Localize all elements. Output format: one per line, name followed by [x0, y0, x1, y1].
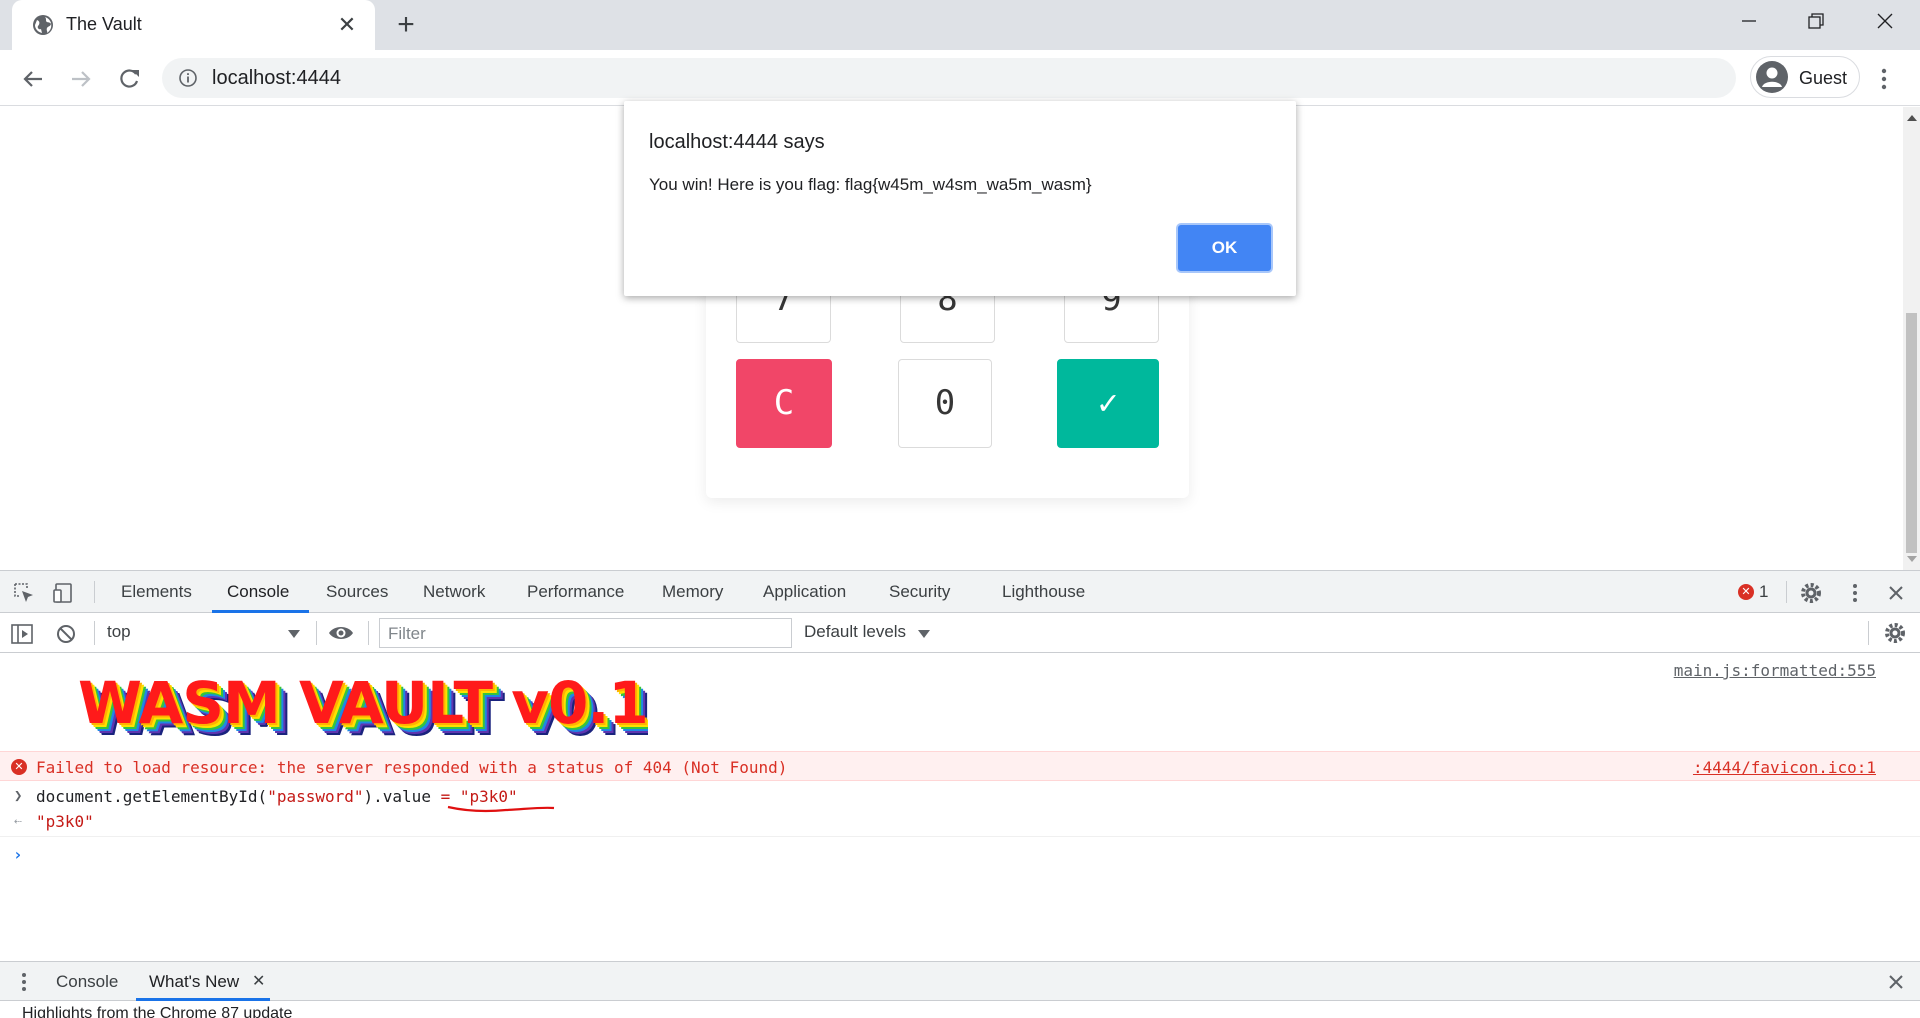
- inspect-element-icon[interactable]: [12, 581, 36, 605]
- separator: [368, 621, 369, 645]
- tab-memory[interactable]: Memory: [662, 582, 723, 602]
- globe-icon: [33, 15, 53, 35]
- separator: [316, 621, 317, 645]
- profile-button[interactable]: Guest: [1750, 56, 1860, 98]
- page-scrollbar[interactable]: [1903, 107, 1920, 570]
- scroll-up-icon[interactable]: [1907, 115, 1917, 121]
- chevron-down-icon[interactable]: [918, 630, 930, 638]
- clear-button[interactable]: C: [736, 359, 832, 448]
- command-result: "p3k0": [36, 812, 94, 831]
- url-text[interactable]: localhost:4444: [212, 67, 341, 90]
- whats-new-heading: Highlights from the Chrome 87 update: [22, 1005, 293, 1018]
- tab-security[interactable]: Security: [889, 582, 950, 602]
- tab-performance[interactable]: Performance: [527, 582, 624, 602]
- tab-strip: The Vault ✕ +: [0, 0, 1920, 50]
- result-arrow-icon: ⇠: [14, 814, 22, 829]
- scroll-down-icon[interactable]: [1907, 556, 1917, 562]
- reload-icon[interactable]: [114, 64, 144, 94]
- close-window-button[interactable]: [1854, 0, 1916, 44]
- restore-button[interactable]: [1785, 0, 1847, 44]
- filter-placeholder: Filter: [388, 624, 426, 643]
- tab-application[interactable]: Application: [763, 582, 846, 602]
- drawer-menu-icon[interactable]: [14, 970, 34, 994]
- console-settings-icon[interactable]: [1883, 621, 1907, 645]
- restore-icon: [1808, 13, 1824, 29]
- sidebar-toggle-icon[interactable]: [10, 622, 34, 646]
- tab-elements[interactable]: Elements: [121, 582, 192, 602]
- console-prompt[interactable]: ›: [13, 845, 23, 864]
- drawer-tab-console[interactable]: Console: [56, 972, 118, 992]
- profile-name: Guest: [1799, 68, 1848, 88]
- error-message: Failed to load resource: the server resp…: [36, 758, 788, 777]
- tab-sources[interactable]: Sources: [326, 582, 388, 602]
- device-toolbar-icon[interactable]: [52, 581, 76, 605]
- red-underline-annotation: [447, 805, 555, 813]
- alert-origin: localhost:4444 says: [649, 131, 825, 153]
- address-bar[interactable]: localhost:4444: [162, 58, 1736, 98]
- minimize-button[interactable]: [1718, 0, 1780, 44]
- tab-title: The Vault: [66, 14, 142, 34]
- new-tab-button[interactable]: +: [390, 10, 422, 42]
- tab-network[interactable]: Network: [423, 582, 485, 602]
- alert-ok-button[interactable]: OK: [1176, 223, 1273, 273]
- devtools-drawer: Console What's New ✕: [0, 961, 1920, 1001]
- devtools-panel: Elements Console Sources Network Perform…: [0, 570, 1920, 1018]
- error-icon[interactable]: ✕: [1738, 584, 1754, 600]
- submit-button[interactable]: ✓: [1057, 359, 1159, 448]
- console-filter-bar: top Filter Default levels: [0, 613, 1920, 653]
- scroll-thumb[interactable]: [1906, 313, 1917, 553]
- tab-lighthouse[interactable]: Lighthouse: [1002, 582, 1085, 602]
- wasm-vault-banner: WASM VAULT v0.1: [78, 669, 648, 737]
- clear-console-icon[interactable]: [54, 622, 78, 646]
- back-icon[interactable]: [18, 64, 48, 94]
- close-drawer-tab-icon[interactable]: ✕: [252, 971, 265, 991]
- devtools-tab-bar: Elements Console Sources Network Perform…: [0, 571, 1920, 613]
- close-icon: [1877, 13, 1893, 29]
- error-icon: ✕: [11, 759, 27, 775]
- separator: [94, 581, 95, 603]
- separator: [1786, 581, 1787, 603]
- key-0[interactable]: 0: [898, 359, 992, 448]
- browser-toolbar: localhost:4444 Guest: [0, 50, 1920, 106]
- separator: [94, 621, 95, 645]
- close-tab-icon[interactable]: ✕: [335, 13, 359, 37]
- console-command-entry: ❯ document.getElementById("password").va…: [0, 781, 1920, 837]
- settings-gear-icon[interactable]: [1799, 581, 1823, 605]
- drawer-tab-whats-new[interactable]: What's New: [149, 972, 239, 992]
- alert-message: You win! Here is you flag: flag{w45m_w4s…: [649, 175, 1092, 194]
- console-banner-row: WASM VAULT v0.1 main.js:formatted:555: [0, 653, 1920, 751]
- console-error-row: ✕ Failed to load resource: the server re…: [0, 751, 1920, 781]
- more-options-icon[interactable]: [1843, 581, 1867, 605]
- console-output: WASM VAULT v0.1 main.js:formatted:555 ✕ …: [0, 653, 1920, 961]
- context-selector[interactable]: top: [107, 622, 131, 642]
- log-levels-dropdown[interactable]: Default levels: [804, 622, 906, 642]
- avatar-icon: [1756, 61, 1788, 93]
- forward-icon[interactable]: [66, 64, 96, 94]
- tab-console[interactable]: Console: [227, 582, 289, 602]
- minimize-icon: [1742, 20, 1756, 22]
- error-source-link[interactable]: :4444/favicon.ico:1: [1693, 758, 1876, 777]
- input-chevron-icon: ❯: [14, 788, 23, 804]
- banner-source-link[interactable]: main.js:formatted:555: [1674, 661, 1876, 680]
- chevron-down-icon[interactable]: [288, 630, 300, 638]
- chrome-menu-icon[interactable]: [1872, 64, 1896, 94]
- separator: [1868, 621, 1869, 645]
- close-devtools-icon[interactable]: [1884, 581, 1908, 605]
- alert-dialog: localhost:4444 says You win! Here is you…: [624, 101, 1296, 296]
- info-icon[interactable]: [178, 68, 198, 88]
- whats-new-content: Highlights from the Chrome 87 update: [0, 1001, 1920, 1018]
- error-count[interactable]: 1: [1759, 582, 1768, 602]
- eye-icon[interactable]: [327, 621, 355, 645]
- close-drawer-icon[interactable]: [1884, 970, 1908, 994]
- console-filter-input[interactable]: Filter: [379, 618, 792, 648]
- browser-tab[interactable]: The Vault ✕: [12, 0, 375, 50]
